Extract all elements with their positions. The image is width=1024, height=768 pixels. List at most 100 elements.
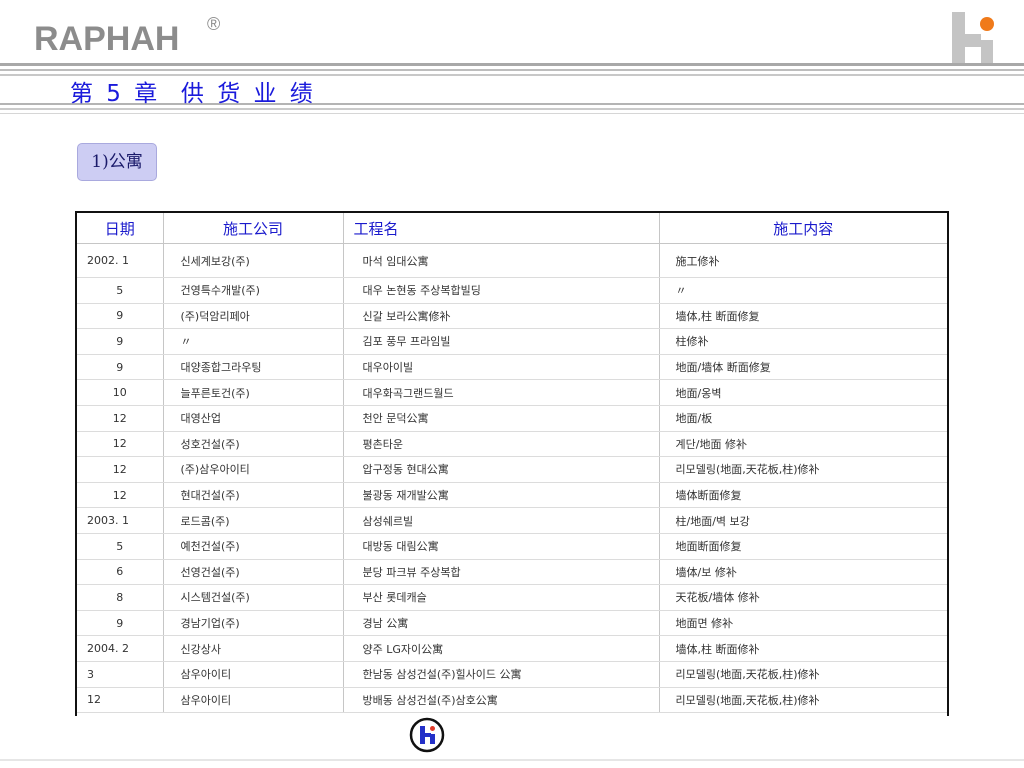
cell-company: 삼우아이티: [163, 687, 344, 714]
cell-content: 地面면 修补: [659, 610, 947, 637]
cell-company: 삼우아이티: [163, 661, 344, 688]
table-row: 12 현대건설(주) 불광동 재개발公寓 墙体断面修复: [77, 482, 947, 509]
cell-company: 경남기업(주): [163, 610, 344, 637]
table-row: 12 (주)삼우아이티 압구정동 현대公寓 리모델링(地面,天花板,柱)修补: [77, 456, 947, 483]
header-date: 日期: [77, 213, 164, 244]
table-row: 3 삼우아이티 한남동 삼성건설(주)힐사이드 公寓 리모델링(地面,天花板,柱)修补: [77, 661, 947, 688]
table-row: 9 〃 김포 풍무 프라임빌 柱修补: [77, 328, 947, 355]
table-row: 5 예천건설(주) 대방동 대림公寓 地面断面修复: [77, 533, 947, 560]
cell-content: 리모델링(地面,天花板,柱)修补: [659, 456, 947, 483]
cell-date: 8: [77, 584, 164, 611]
cell-project: 불광동 재개발公寓: [343, 482, 660, 509]
cell-date: 12: [77, 687, 164, 714]
table-row: 10 늘푸른토건(주) 대우화곡그랜드월드 地面/옹벽: [77, 379, 947, 406]
registered-mark: ®: [207, 14, 221, 34]
cell-project: 대우아이빌: [343, 354, 660, 381]
cell-content: 墙体/보 修补: [659, 559, 947, 586]
cell-content: 墙体,柱 断面修补: [659, 635, 947, 662]
cell-company: 예천건설(주): [163, 533, 344, 560]
cell-company: 건영특수개발(주): [163, 277, 344, 304]
table-row: 9 경남기업(주) 경남 公寓 地面면 修补: [77, 610, 947, 637]
cell-project: 천안 문덕公寓: [343, 405, 660, 432]
cell-content: 리모델링(地面,天花板,柱)修补: [659, 687, 947, 714]
cell-content: 墙体断面修复: [659, 482, 947, 509]
header-project: 工程名: [343, 213, 660, 244]
cell-company: (주)삼우아이티: [163, 456, 344, 483]
cell-content: 〃: [659, 277, 947, 304]
cell-content: 天花板/墙体 修补: [659, 584, 947, 611]
cell-company: 선영건설(주): [163, 559, 344, 586]
cell-project: 한남동 삼성건설(주)힐사이드 公寓: [343, 661, 660, 688]
cell-project: 대방동 대림公寓: [343, 533, 660, 560]
cell-content: 柱/地面/벽 보강: [659, 507, 947, 534]
table-header-row: 日期 施工公司 工程名 施工内容: [77, 213, 947, 244]
cell-company: (주)덕암리페아: [163, 303, 344, 330]
cell-company: 신강상사: [163, 635, 344, 662]
cell-project: 마석 임대公寓: [343, 243, 660, 278]
cell-date: 6: [77, 559, 164, 586]
table-row: 12 성호건설(주) 평촌타운 계단/地面 修补: [77, 431, 947, 458]
table-row: 9 (주)덕암리페아 신갈 보라公寓修补 墙体,柱 断面修复: [77, 303, 947, 330]
cell-project: 김포 풍무 프라임빌: [343, 328, 660, 355]
cell-company: 대영산업: [163, 405, 344, 432]
cell-company: 대양종합그라우팅: [163, 354, 344, 381]
cell-company: 성호건설(주): [163, 431, 344, 458]
cell-project: 압구정동 현대公寓: [343, 456, 660, 483]
chapter-title: 第 5 章 供 货 业 绩: [70, 81, 316, 107]
cell-date: 10: [77, 379, 164, 406]
cell-project: 신갈 보라公寓修补: [343, 303, 660, 330]
hi-logo-icon: [952, 12, 994, 66]
cell-project: 분당 파크뷰 주상복합: [343, 559, 660, 586]
cell-date: 2004. 2: [77, 635, 164, 662]
cell-date: 12: [77, 482, 164, 509]
cell-content: 계단/地面 修补: [659, 431, 947, 458]
cell-content: 리모델링(地面,天花板,柱)修补: [659, 661, 947, 688]
footer-divider: [0, 759, 1024, 761]
cell-project: 대우화곡그랜드월드: [343, 379, 660, 406]
cell-project: 부산 롯데캐슬: [343, 584, 660, 611]
cell-date: 2002. 1: [77, 243, 164, 278]
cell-content: 地面断面修复: [659, 533, 947, 560]
cell-content: 地面/옹벽: [659, 379, 947, 406]
table-row: 2002. 1 신세계보강(주) 마석 임대公寓 施工修补: [77, 243, 947, 278]
cell-company: 시스템건설(주): [163, 584, 344, 611]
header-content: 施工内容: [659, 213, 947, 244]
cell-date: 12: [77, 456, 164, 483]
cell-company: 늘푸른토건(주): [163, 379, 344, 406]
cell-date: 9: [77, 328, 164, 355]
table-row: 12 대영산업 천안 문덕公寓 地面/板: [77, 405, 947, 432]
cell-project: 삼성쉐르빌: [343, 507, 660, 534]
brand-name: RAPHAH: [34, 20, 180, 58]
cell-date: 2003. 1: [77, 507, 164, 534]
cell-company: 로드콤(주): [163, 507, 344, 534]
cell-content: 地面/板: [659, 405, 947, 432]
cell-content: 柱修补: [659, 328, 947, 355]
cell-date: 12: [77, 405, 164, 432]
cell-date: 9: [77, 303, 164, 330]
hi-circle-logo-icon: [409, 717, 445, 753]
table-row: 8 시스템건설(주) 부산 롯데캐슬 天花板/墙体 修补: [77, 584, 947, 611]
cell-project: 양주 LG자이公寓: [343, 635, 660, 662]
table-row: 5 건영특수개발(주) 대우 논현동 주상복합빌딩 〃: [77, 277, 947, 304]
cell-company: 현대건설(주): [163, 482, 344, 509]
table-row: 12 삼우아이티 방배동 삼성건설(주)삼호公寓 리모델링(地面,天花板,柱)修补: [77, 687, 947, 714]
table-row: 9 대양종합그라우팅 대우아이빌 地面/墙体 断面修复: [77, 354, 947, 381]
cell-company: 〃: [163, 328, 344, 355]
table-row: 2004. 2 신강상사 양주 LG자이公寓 墙体,柱 断面修补: [77, 635, 947, 662]
cell-project: 방배동 삼성건설(주)삼호公寓: [343, 687, 660, 714]
cell-company: 신세계보강(주): [163, 243, 344, 278]
header-company: 施工公司: [163, 213, 344, 244]
cell-date: 9: [77, 610, 164, 637]
cell-date: 9: [77, 354, 164, 381]
cell-date: 12: [77, 431, 164, 458]
cell-content: 施工修补: [659, 243, 947, 278]
cell-date: 5: [77, 277, 164, 304]
cell-date: 5: [77, 533, 164, 560]
supply-record-table: 日期 施工公司 工程名 施工内容 2002. 1 신세계보강(주) 마석 임대公寓施…: [75, 211, 949, 716]
cell-date: 3: [77, 661, 164, 688]
section-label: 1)公寓: [77, 143, 157, 181]
cell-content: 墙体,柱 断面修复: [659, 303, 947, 330]
table-row: 6 선영건설(주) 분당 파크뷰 주상복합 墙体/보 修补: [77, 559, 947, 586]
cell-project: 경남 公寓: [343, 610, 660, 637]
cell-content: 地面/墙体 断面修复: [659, 354, 947, 381]
